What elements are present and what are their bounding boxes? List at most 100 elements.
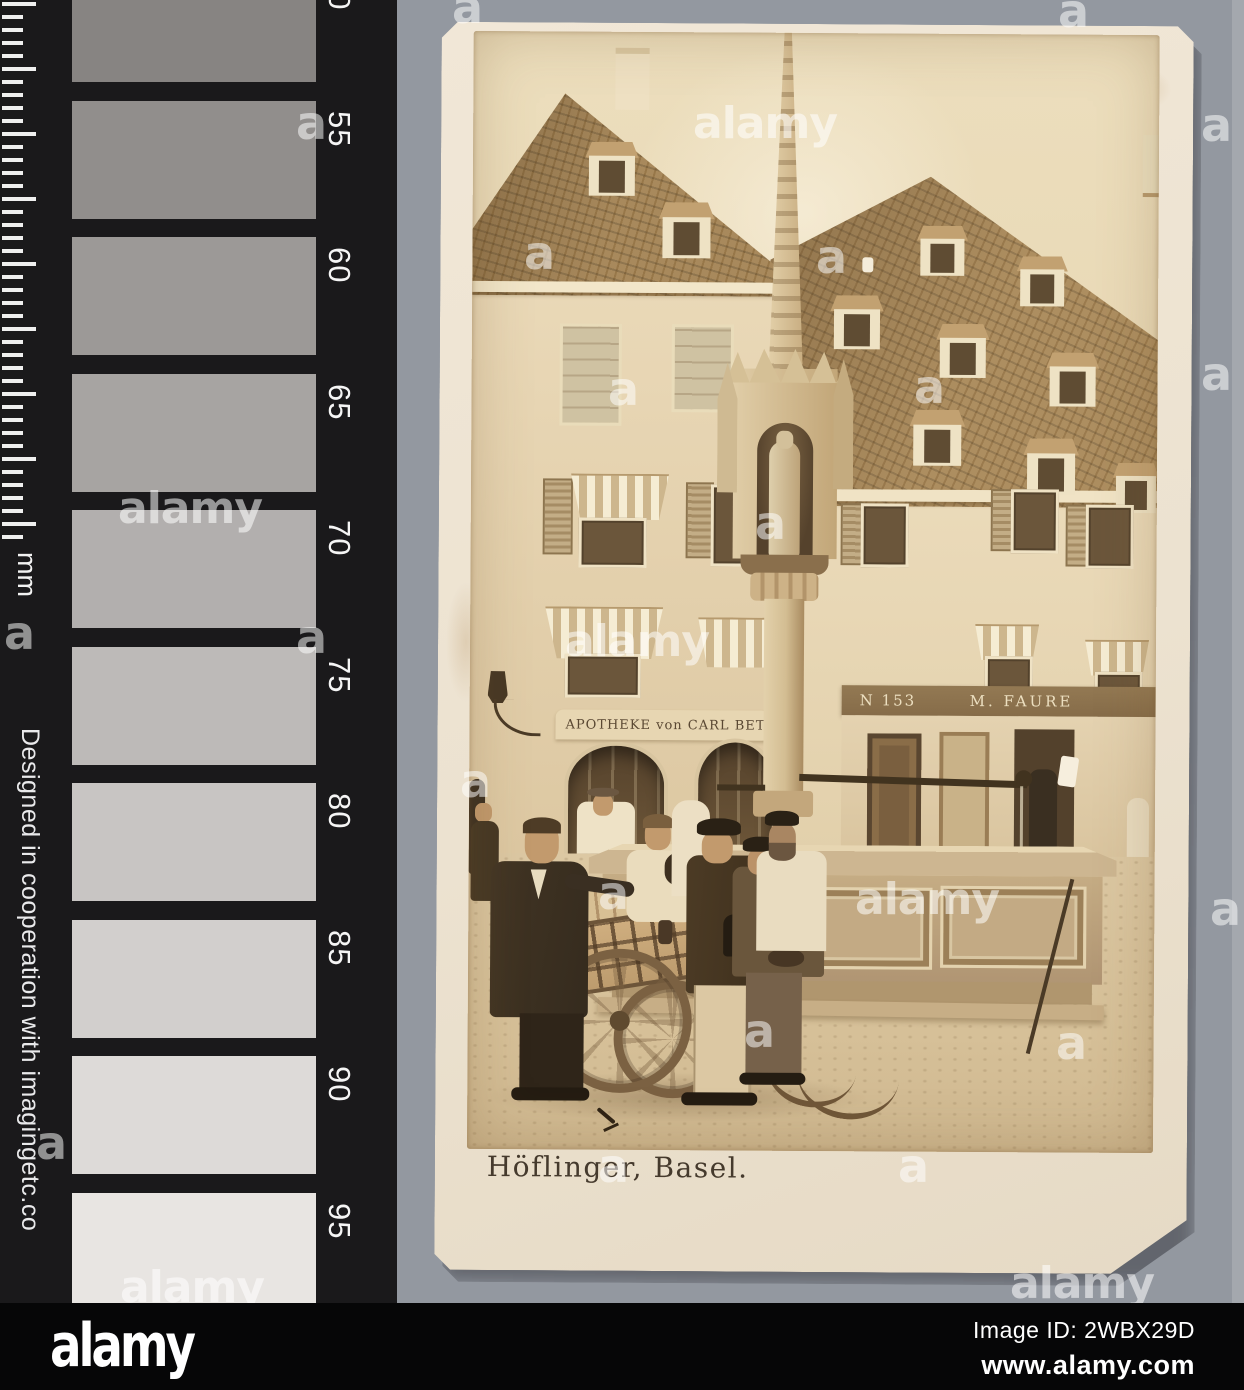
scale-value: 90 xyxy=(322,1066,357,1103)
scale-value: 50 xyxy=(322,0,357,10)
dormer-roof xyxy=(917,226,968,241)
dormer-face xyxy=(940,338,986,378)
bystander-left xyxy=(469,779,486,874)
gothic-fountain xyxy=(467,31,1160,1153)
ruler-tick xyxy=(2,509,23,513)
dormer-window xyxy=(950,343,976,374)
child-dress xyxy=(626,850,696,922)
dormer-roof xyxy=(659,202,715,219)
bystander-left2 xyxy=(470,821,498,901)
awning xyxy=(571,474,669,521)
statue-niche xyxy=(757,423,814,559)
ruler-tick xyxy=(2,314,23,318)
right-building: N 153 M. FAURE xyxy=(467,31,1160,1153)
ruler-tick xyxy=(2,67,36,71)
dormer xyxy=(1027,438,1075,494)
right-chimney xyxy=(1143,135,1159,197)
basin-base xyxy=(612,980,1092,1005)
faure-shop-sign: M. FAURE xyxy=(969,691,1074,711)
dormer-face xyxy=(920,239,964,276)
right-cornice xyxy=(771,489,1157,503)
canopy-pinnacle-left xyxy=(717,362,738,492)
mm-unit-label: mm xyxy=(12,552,42,597)
figure-group xyxy=(467,31,1160,1153)
awning xyxy=(698,617,790,668)
street-ground xyxy=(467,853,1155,1153)
dormer-face xyxy=(1027,453,1075,495)
dormer xyxy=(662,202,710,258)
canopy-gables xyxy=(726,348,846,383)
dormer-roof xyxy=(585,142,638,159)
child-face xyxy=(645,820,671,850)
basin-panel xyxy=(940,886,1086,969)
window xyxy=(710,484,774,566)
ruler-tick xyxy=(2,379,23,383)
ruler-tick xyxy=(2,262,36,266)
man-left-coat xyxy=(490,861,589,1018)
dormer xyxy=(1049,352,1095,406)
dormer-window xyxy=(844,315,870,346)
fountain-column xyxy=(763,599,804,799)
man-right-jacket xyxy=(732,867,825,978)
image-id-label: Image ID: 2WBX29D xyxy=(973,1317,1195,1343)
calibration-strip: mm 50 55 60 65 70 75 80 85 90 95 Designed in coop… xyxy=(0,0,397,1390)
gray-patch xyxy=(72,0,316,82)
shopfront-right xyxy=(841,715,1156,865)
window xyxy=(559,323,622,425)
dormer-face xyxy=(913,424,961,466)
ruler-tick xyxy=(2,41,23,45)
man-right-cap xyxy=(743,837,779,852)
photo-scratch xyxy=(603,1123,619,1132)
ruler-tick xyxy=(2,535,23,539)
cart-shaft xyxy=(792,1024,906,1126)
ruler-tick xyxy=(2,496,23,500)
woman-hat xyxy=(587,788,619,797)
man-left-shoes xyxy=(511,1087,589,1100)
dormer-face xyxy=(662,217,710,259)
man-behind-beard xyxy=(769,843,796,861)
shop-door xyxy=(939,732,990,864)
window xyxy=(860,503,908,567)
ruler-tick xyxy=(2,301,23,305)
dormer-window xyxy=(1030,274,1055,303)
ruler-tick xyxy=(2,210,23,214)
ruler-tick xyxy=(2,119,23,123)
dormer xyxy=(834,295,880,349)
dormer-roof xyxy=(1017,256,1068,271)
window xyxy=(1095,672,1143,724)
dormer-window xyxy=(812,401,839,434)
ruler-tick xyxy=(2,106,23,110)
ruler-tick xyxy=(2,171,23,175)
ruler-tick xyxy=(2,366,23,370)
dormer-window xyxy=(673,222,700,255)
left-facade xyxy=(469,269,781,856)
dormer-window xyxy=(1125,481,1148,510)
photo-card: N 153 M. FAURE APOTHEKE von CARL BETUL H… xyxy=(434,22,1194,1275)
scale-value: 80 xyxy=(322,793,357,830)
right-facade xyxy=(769,433,1158,865)
man-left-shirt xyxy=(530,869,546,899)
scale-value: 55 xyxy=(322,110,357,147)
mm-ruler xyxy=(0,0,60,560)
ruler-tick xyxy=(2,158,23,162)
apotheke-sign-band xyxy=(555,709,769,740)
gray-patch xyxy=(72,919,316,1038)
ruler-tick xyxy=(2,288,23,292)
dormer-window xyxy=(1060,372,1086,403)
ruler-tick xyxy=(2,28,23,32)
apotheke-arch-window xyxy=(694,738,777,858)
ruler-tick xyxy=(2,145,23,149)
column-base xyxy=(753,791,813,817)
child-hair xyxy=(643,814,673,828)
dormer-roof xyxy=(910,410,966,427)
man-left-arm xyxy=(564,873,635,898)
ruler-tick xyxy=(2,132,36,136)
dormer-window xyxy=(930,244,955,273)
left-cornice xyxy=(472,281,774,294)
photo-scratch xyxy=(596,1107,615,1124)
cart-wheel-right xyxy=(613,980,732,1099)
ruler-tick xyxy=(2,444,23,448)
basin-body xyxy=(602,874,1103,985)
shutter xyxy=(543,478,573,554)
man-behind-cap xyxy=(765,811,799,826)
